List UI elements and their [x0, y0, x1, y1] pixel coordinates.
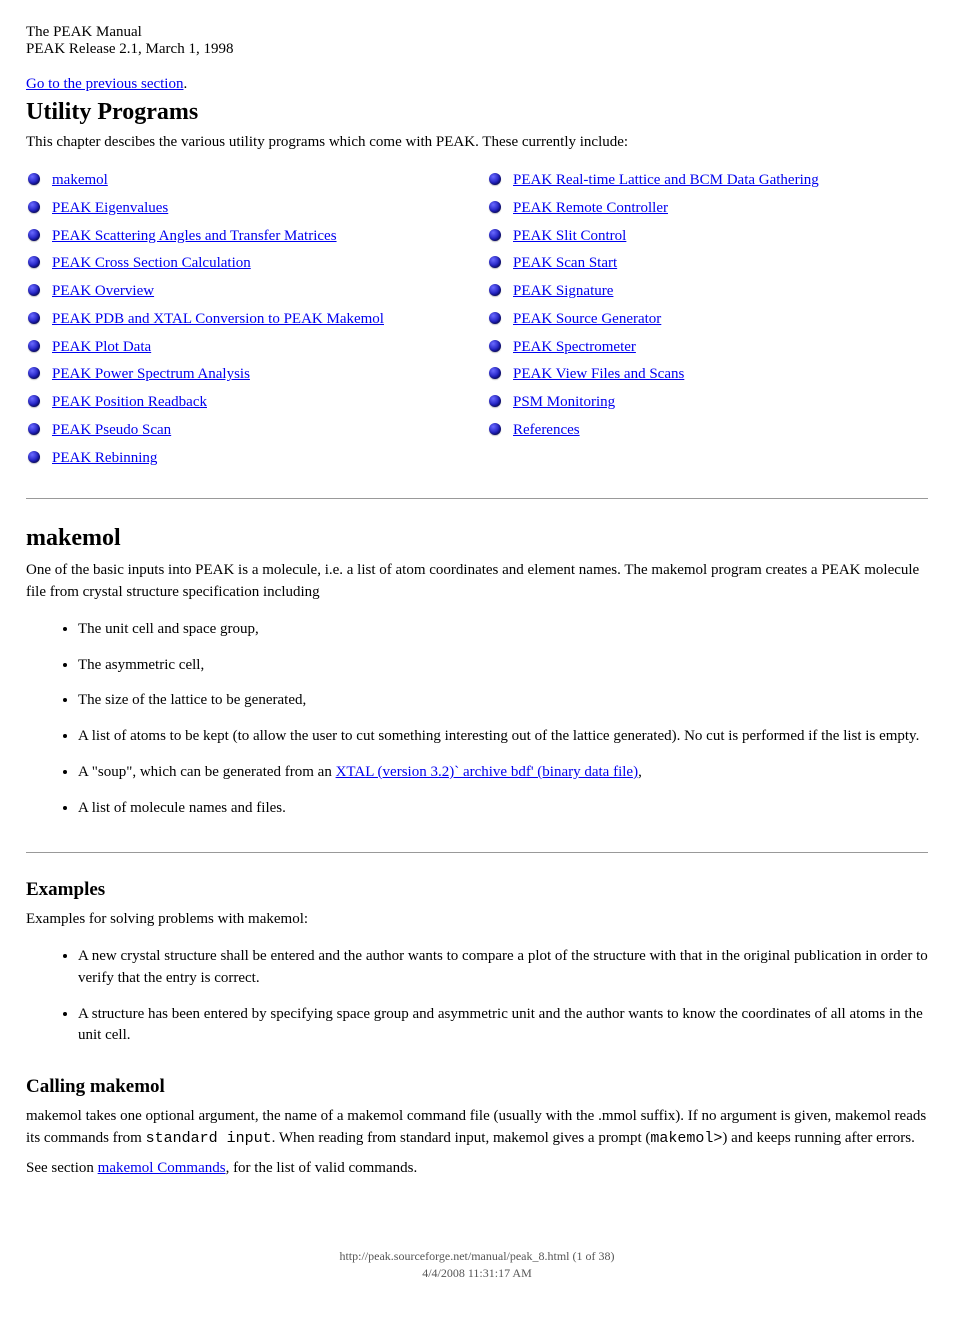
toc-intro: This chapter descibes the various utilit… [26, 134, 928, 151]
toc-link[interactable]: PEAK Scattering Angles and Transfer Matr… [52, 228, 337, 244]
xtal-link[interactable]: XTAL (version 3.2)` archive bdf' (binary… [336, 764, 639, 780]
toc-link[interactable]: PEAK Overview [52, 283, 154, 299]
list-item: The size of the lattice to be generated, [78, 683, 928, 719]
section-examples: Examples Examples for solving problems w… [26, 879, 928, 1054]
list-item: A list of atoms to be kept (to allow the… [78, 719, 928, 755]
toc-link[interactable]: PEAK PDB and XTAL Conversion to PEAK Mak… [52, 311, 384, 327]
toc-link[interactable]: PEAK Power Spectrum Analysis [52, 366, 250, 382]
toc-item: PSM Monitoring [487, 389, 928, 417]
list-item: A new crystal structure shall be entered… [78, 939, 928, 997]
list-item: A structure has been entered by specifyi… [78, 997, 928, 1055]
toc-link[interactable]: PEAK Slit Control [513, 228, 626, 244]
toc-item: PEAK View Files and Scans [487, 361, 928, 389]
section-title-examples: Examples [26, 879, 928, 901]
toc-link[interactable]: PEAK Signature [513, 283, 613, 299]
toc-list-right: PEAK Real-time Lattice and BCM Data Gath… [487, 167, 928, 445]
toc-link[interactable]: References [513, 422, 580, 438]
toc-link[interactable]: PEAK Remote Controller [513, 200, 668, 216]
toc-item: PEAK Eigenvalues [26, 195, 467, 223]
toc-item: PEAK Overview [26, 278, 467, 306]
code-prompt: makemol> [650, 1130, 722, 1147]
calling-note: See section makemol Commands, for the li… [26, 1158, 928, 1180]
toc-link[interactable]: PEAK Rebinning [52, 450, 157, 466]
list-item: The unit cell and space group, [78, 612, 928, 648]
page-footer: http://peak.sourceforge.net/manual/peak_… [26, 1249, 928, 1281]
toc-item: makemol [26, 167, 467, 195]
toc-link[interactable]: PEAK Real-time Lattice and BCM Data Gath… [513, 172, 819, 188]
list-item: The asymmetric cell, [78, 648, 928, 684]
toc-item: PEAK Slit Control [487, 223, 928, 251]
list-item: A "soup", which can be generated from an… [78, 755, 928, 791]
divider [26, 852, 928, 853]
toc-item: PEAK PDB and XTAL Conversion to PEAK Mak… [26, 306, 467, 334]
toc-item: PEAK Spectrometer [487, 334, 928, 362]
toc-columns: makemol PEAK Eigenvalues PEAK Scattering A… [26, 167, 928, 472]
examples-intro: Examples for solving problems with makem… [26, 909, 928, 931]
manual-release: PEAK Release 2.1, March 1, 1998 [26, 41, 928, 58]
toc-link[interactable]: PEAK View Files and Scans [513, 366, 684, 382]
toc-link[interactable]: makemol [52, 172, 108, 188]
toc-link[interactable]: PEAK Eigenvalues [52, 200, 168, 216]
footer-date: 4/4/2008 11:31:17 AM [26, 1266, 928, 1281]
toc-item: PEAK Source Generator [487, 306, 928, 334]
toc-link[interactable]: PEAK Pseudo Scan [52, 422, 171, 438]
section-title-calling: Calling makemol [26, 1076, 928, 1098]
section-makemol: makemol One of the basic inputs into PEA… [26, 525, 928, 826]
toc-item: PEAK Position Readback [26, 389, 467, 417]
prev-section-link[interactable]: Go to the previous section [26, 76, 183, 92]
section-title-makemol: makemol [26, 525, 928, 552]
toc-link[interactable]: PEAK Cross Section Calculation [52, 255, 251, 271]
toc-link[interactable]: PEAK Scan Start [513, 255, 617, 271]
toc-link[interactable]: PEAK Position Readback [52, 394, 207, 410]
toc-item: PEAK Rebinning [26, 445, 467, 473]
section-calling: Calling makemol makemol takes one option… [26, 1076, 928, 1179]
toc-item: PEAK Plot Data [26, 334, 467, 362]
toc-item: PEAK Scan Start [487, 250, 928, 278]
list-item: A list of molecule names and files. [78, 791, 928, 827]
makemol-commands-link[interactable]: makemol Commands [98, 1160, 226, 1176]
code-stdin: standard input [146, 1130, 272, 1147]
toc-item: PEAK Pseudo Scan [26, 417, 467, 445]
toc-item: PEAK Scattering Angles and Transfer Matr… [26, 223, 467, 251]
makemol-list: The unit cell and space group,The asymme… [38, 612, 928, 827]
toc-item: PEAK Signature [487, 278, 928, 306]
toc-item: PEAK Cross Section Calculation [26, 250, 467, 278]
toc-link[interactable]: PEAK Source Generator [513, 311, 661, 327]
footer-url: http://peak.sourceforge.net/manual/peak_… [26, 1249, 928, 1264]
toc-link[interactable]: PSM Monitoring [513, 394, 615, 410]
makemol-intro: One of the basic inputs into PEAK is a m… [26, 560, 928, 604]
toc-item: PEAK Real-time Lattice and BCM Data Gath… [487, 167, 928, 195]
toc-list-left: makemol PEAK Eigenvalues PEAK Scattering A… [26, 167, 467, 472]
toc-item: PEAK Power Spectrum Analysis [26, 361, 467, 389]
divider [26, 498, 928, 499]
toc-link[interactable]: PEAK Plot Data [52, 339, 151, 355]
calling-paragraph: makemol takes one optional argument, the… [26, 1106, 928, 1150]
toc-item: References [487, 417, 928, 445]
page-title: Utility Programs [26, 99, 928, 126]
examples-list: A new crystal structure shall be entered… [38, 939, 928, 1054]
toc-link[interactable]: PEAK Spectrometer [513, 339, 636, 355]
manual-title: The PEAK Manual [26, 24, 928, 41]
toc-item: PEAK Remote Controller [487, 195, 928, 223]
